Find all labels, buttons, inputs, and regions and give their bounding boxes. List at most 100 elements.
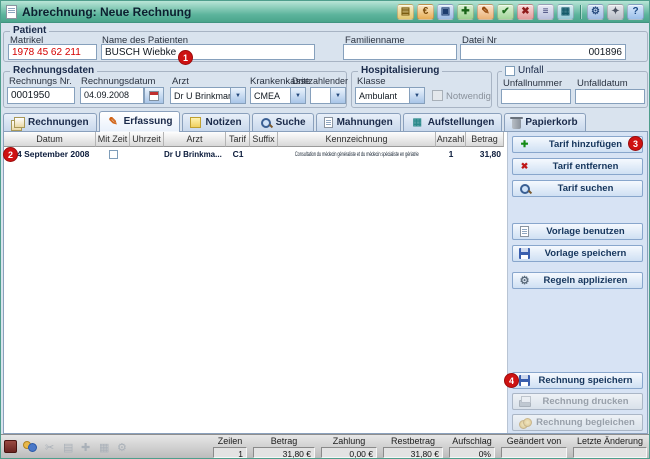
status-bar: ✂ ▤ ✚ ▦ ⚙ Zeilen 1 Betrag 31,80 € Zahlun…: [1, 434, 649, 458]
grid-icon-disabled: ▦: [99, 441, 109, 454]
cancel-icon[interactable]: ✖: [517, 4, 534, 20]
search-icon: [519, 183, 531, 195]
table-header: Datum Mit Zeit Uhrzeit Arzt Tarif Suffix…: [4, 132, 507, 147]
cell-anzahl: 1: [436, 147, 466, 161]
vorlage-benutzen-button[interactable]: Vorlage benutzen: [512, 223, 643, 240]
column-header-arzt[interactable]: Arzt: [164, 132, 226, 147]
rechnung-speichern-button[interactable]: Rechnung speichern: [512, 372, 643, 389]
rechnungs-nr-field[interactable]: 0001950: [7, 87, 75, 104]
trash-icon: [512, 119, 521, 129]
tools-icon[interactable]: ✦: [607, 4, 624, 20]
rechnungs-nr-label: Rechnungs Nr.: [9, 76, 72, 87]
calendar-picker-button[interactable]: [144, 87, 164, 104]
datei-nr-field[interactable]: 001896: [460, 44, 626, 60]
klasse-value: Ambulant: [356, 88, 409, 103]
betrag-label: Betrag: [253, 436, 315, 446]
invoices-icon: [11, 117, 24, 129]
billing-icon[interactable]: €: [417, 4, 434, 20]
tab-label: Erfassung: [124, 116, 173, 127]
chevron-down-icon[interactable]: ▼: [230, 88, 245, 103]
chevron-down-icon[interactable]: ▼: [330, 88, 345, 103]
rechnungsdatum-label: Rechnungsdatum: [81, 76, 155, 87]
drittzahlender-label: Drittzahlender: [292, 76, 348, 86]
annotation-badge-2: 2: [4, 148, 17, 161]
tab-papierkorb[interactable]: Papierkorb: [504, 113, 585, 131]
vorlage-speichern-button[interactable]: Vorlage speichern: [512, 245, 643, 262]
geaendert-von-label: Geändert von: [501, 436, 567, 446]
familienname-field[interactable]: [343, 44, 457, 60]
search-icon: [260, 117, 272, 129]
settings-icon[interactable]: ⚙: [587, 4, 604, 20]
tab-rechnungen[interactable]: Rechnungen: [3, 113, 97, 131]
column-header-anzahl[interactable]: Anzahl: [436, 132, 466, 147]
restbetrag-label: Restbetrag: [383, 436, 443, 446]
calendar-icon: [149, 91, 159, 101]
patient-name-field[interactable]: BUSCH Wiebke: [101, 44, 315, 60]
list-icon[interactable]: ≡: [537, 4, 554, 20]
column-header-datum[interactable]: Datum: [4, 132, 96, 147]
unfall-checkbox[interactable]: [505, 66, 515, 76]
action-panel: ✚ Tarif hinzufügen ✖ Tarif entfernen Tar…: [508, 132, 647, 433]
zeilen-label: Zeilen: [213, 436, 247, 446]
unfallnummer-field[interactable]: [501, 89, 571, 104]
new-invoice-icon[interactable]: ▤: [397, 4, 414, 20]
users-icon[interactable]: [22, 440, 37, 453]
save-icon: [519, 375, 530, 386]
arzt-combobox[interactable]: Dr U Brinkmann ▼: [170, 87, 246, 104]
gear-icon: ⚙: [518, 274, 531, 287]
rechnungsdatum-field[interactable]: 04.09.2008: [80, 87, 144, 104]
table-row[interactable]: 4 September 2008 Dr U Brinkma... C1 Cons…: [4, 147, 507, 161]
coins-icon: [519, 418, 531, 428]
add-icon: ✚: [518, 139, 531, 150]
app-window: Abrechnung: Neue Rechnung ▤ € ▣ ✚ ✎ ✔ ✖ …: [0, 0, 650, 459]
unfalldatum-field[interactable]: [575, 89, 645, 104]
klasse-label: Klasse: [357, 76, 386, 87]
tab-suche[interactable]: Suche: [252, 113, 314, 131]
add-icon[interactable]: ✚: [457, 4, 474, 20]
column-header-mit-zeit[interactable]: Mit Zeit: [96, 132, 130, 147]
tab-label: Rechnungen: [28, 117, 89, 128]
button-label: Tarif suchen: [534, 183, 637, 194]
column-header-uhrzeit[interactable]: Uhrzeit: [130, 132, 164, 147]
tab-notizen[interactable]: Notizen: [182, 113, 249, 131]
invoice-items-table: Datum Mit Zeit Uhrzeit Arzt Tarif Suffix…: [4, 132, 508, 433]
tab-label: Papierkorb: [525, 117, 577, 128]
tarif-suchen-button[interactable]: Tarif suchen: [512, 180, 643, 197]
rechnung-begleichen-button: Rechnung begleichen: [512, 414, 643, 431]
tab-mahnungen[interactable]: Mahnungen: [316, 113, 401, 131]
tab-label: Suche: [276, 117, 306, 128]
table-icon[interactable]: ▦: [557, 4, 574, 20]
button-label: Rechnung begleichen: [534, 417, 637, 428]
column-header-tarif[interactable]: Tarif: [226, 132, 250, 147]
drittzahlender-value: [311, 88, 330, 103]
cell-uhrzeit: [130, 147, 164, 161]
column-header-kennzeichnung[interactable]: Kennzeichnung: [278, 132, 436, 147]
mit-zeit-checkbox[interactable]: [109, 150, 118, 159]
column-header-suffix[interactable]: Suffix: [250, 132, 278, 147]
klasse-combobox[interactable]: Ambulant ▼: [355, 87, 425, 104]
rechnung-drucken-button: Rechnung drucken: [512, 393, 643, 410]
drittzahlender-combobox[interactable]: ▼: [310, 87, 346, 104]
regeln-applizieren-button[interactable]: ⚙ Regeln applizieren: [512, 272, 643, 289]
tarif-hinzufuegen-button[interactable]: ✚ Tarif hinzufügen: [512, 136, 643, 153]
help-icon[interactable]: ?: [627, 4, 644, 20]
krankenkasse-combobox[interactable]: CMEA ▼: [250, 87, 306, 104]
lock-icon[interactable]: [4, 440, 17, 453]
letzte-aenderung-label: Letzte Änderung: [573, 436, 647, 446]
aufschlag-value: 0%: [449, 447, 495, 458]
tarif-entfernen-button[interactable]: ✖ Tarif entfernen: [512, 158, 643, 175]
column-header-betrag[interactable]: Betrag: [466, 132, 504, 147]
chevron-down-icon[interactable]: ▼: [409, 88, 424, 103]
geaendert-von-value: [501, 447, 567, 458]
gear-icon-disabled: ⚙: [117, 441, 127, 454]
tab-aufstellungen[interactable]: ▦ Aufstellungen: [403, 113, 503, 131]
tab-erfassung[interactable]: ✎ Erfassung: [99, 111, 181, 131]
panel-spacer: [512, 289, 643, 372]
edit-icon[interactable]: ✎: [477, 4, 494, 20]
matrikel-field[interactable]: 1978 45 62 211: [8, 44, 97, 60]
krankenkasse-value: CMEA: [251, 88, 290, 103]
confirm-icon[interactable]: ✔: [497, 4, 514, 20]
chevron-down-icon[interactable]: ▼: [290, 88, 305, 103]
save-icon[interactable]: ▣: [437, 4, 454, 20]
main-content: Datum Mit Zeit Uhrzeit Arzt Tarif Suffix…: [3, 132, 648, 434]
